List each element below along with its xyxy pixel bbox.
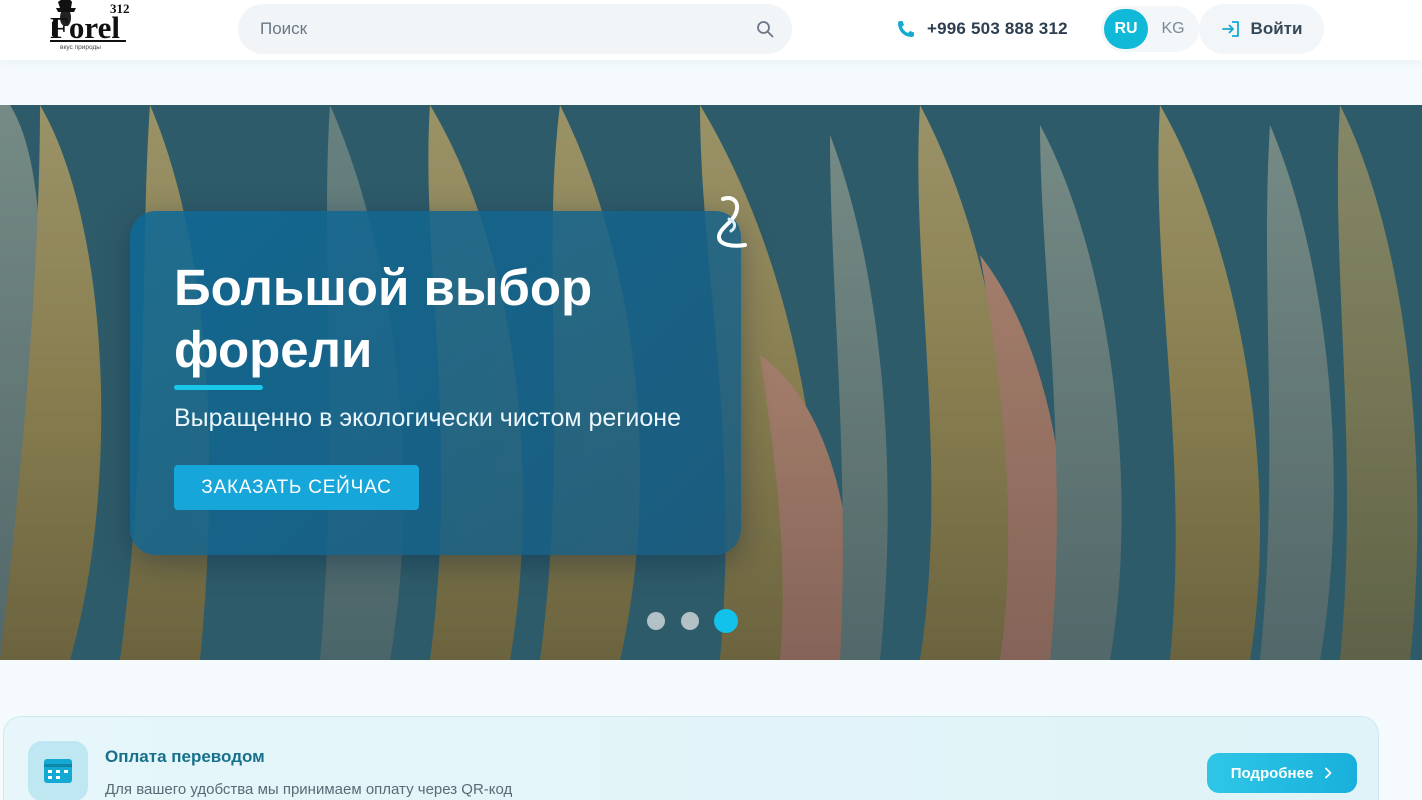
hero-subtitle: Выращенно в экологически чистом регионе: [174, 404, 681, 432]
site-header: 312 Forel вкус природы +996 503 888 312 …: [0, 0, 1422, 60]
logo-mark-icon: [716, 196, 747, 248]
search-bar: [238, 4, 792, 54]
phone-icon: [898, 21, 914, 37]
slider-dot-2[interactable]: [681, 612, 699, 630]
more-label: Подробнее: [1230, 764, 1314, 782]
svg-text:вкус природы: вкус природы: [60, 44, 101, 51]
phone-number: +996 503 888 312: [927, 19, 1068, 38]
logo[interactable]: 312 Forel вкус природы: [44, 0, 134, 54]
payment-description: Для вашего удобства мы принимаем оплату …: [105, 781, 513, 798]
login-button[interactable]: Войти: [1199, 4, 1324, 54]
language-kg-button[interactable]: KG: [1151, 9, 1195, 49]
chevron-right-icon: [1325, 767, 1332, 779]
logo-image: 312 Forel вкус природы: [50, 0, 130, 51]
hero-banner: Большой выбор форели Выращенно в экологи…: [0, 105, 1422, 660]
slider-dot-1[interactable]: [647, 612, 665, 630]
more-button[interactable]: Подробнее: [1207, 753, 1357, 793]
slider-dots: [647, 609, 742, 633]
phone-contact[interactable]: +996 503 888 312: [896, 17, 1068, 41]
hero-card: Большой выбор форели Выращенно в экологи…: [130, 196, 747, 555]
login-label: Войти: [1250, 19, 1303, 38]
payment-icon-box: [28, 741, 88, 800]
payment-title: Оплата переводом: [105, 747, 265, 766]
hero-title: Большой выбор форели: [174, 259, 593, 378]
search-input[interactable]: [260, 4, 740, 54]
search-icon[interactable]: [756, 20, 774, 38]
order-now-button[interactable]: ЗАКАЗАТЬ СЕЙЧАС: [174, 465, 419, 510]
slider-dot-3-active[interactable]: [714, 609, 738, 633]
title-underline: [174, 385, 263, 390]
payment-card: Оплата переводом Для вашего удобства мы …: [3, 716, 1379, 800]
language-switcher: RU KG: [1101, 6, 1199, 52]
svg-text:Forel: Forel: [50, 10, 120, 45]
login-icon: [1221, 21, 1239, 37]
language-ru-button[interactable]: RU: [1104, 9, 1148, 49]
calendar-card-icon: [44, 759, 72, 783]
